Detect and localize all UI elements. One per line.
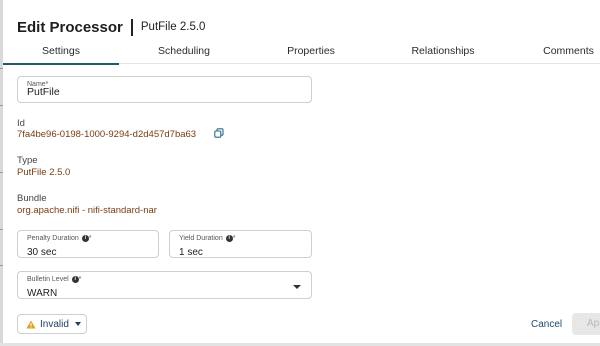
yield-duration-label-text: Yield Duration [179,235,223,242]
yield-duration-field[interactable]: Yield Duration i * 1 sec [169,230,312,258]
tab-bar: Settings Scheduling Properties Relations… [3,38,600,65]
chevron-down-icon[interactable] [293,285,301,289]
copy-icon[interactable] [214,128,224,138]
bundle-value: org.apache.nifi - nifi-standard-nar [17,205,157,216]
bulletin-level-select[interactable]: Bulletin Level i * WARN [17,271,312,299]
title-separator [130,18,133,36]
id-label: Id [17,118,25,129]
validation-status-label: Invalid [40,318,69,330]
required-mark: * [88,235,92,242]
tab-settings[interactable]: Settings [3,38,119,65]
apply-button[interactable]: App [572,313,600,335]
penalty-duration-label: Penalty Duration i * [27,235,92,242]
bundle-label: Bundle [17,193,47,204]
warning-icon [26,320,36,328]
tab-scheduling[interactable]: Scheduling [139,38,229,64]
validation-status-button[interactable]: Invalid [17,314,87,334]
required-mark: * [232,235,236,242]
tab-relationships[interactable]: Relationships [393,38,493,64]
yield-duration-label: Yield Duration i * [179,235,235,242]
name-field[interactable]: Name* PutFile [17,76,312,103]
bulletin-level-value: WARN [27,288,58,299]
penalty-duration-input[interactable]: 30 sec [27,247,56,258]
dialog-header: Edit Processor PutFile 2.5.0 [17,17,205,37]
bulletin-level-label: Bulletin Level i * [27,276,81,283]
dialog-subtitle: PutFile 2.5.0 [140,21,206,33]
bulletin-level-label-text: Bulletin Level [27,276,69,283]
tab-properties[interactable]: Properties [265,38,357,64]
cancel-button[interactable]: Cancel [531,319,562,330]
name-input[interactable]: PutFile [27,86,60,98]
info-icon[interactable]: i [225,235,233,242]
type-value: PutFile 2.5.0 [17,167,71,178]
id-value: 7fa4be96-0198-1000-9294-d2d457d7ba63 [17,129,197,140]
penalty-duration-label-text: Penalty Duration [27,235,79,242]
info-icon[interactable]: i [81,235,89,242]
yield-duration-input[interactable]: 1 sec [179,247,203,258]
dialog-title: Edit Processor [17,18,123,36]
required-mark: * [78,276,82,283]
info-icon[interactable]: i [71,276,79,283]
chevron-down-icon [74,322,81,326]
type-label: Type [17,155,38,166]
tab-comments[interactable]: Comments [537,38,600,64]
penalty-duration-field[interactable]: Penalty Duration i * 30 sec [17,230,159,258]
